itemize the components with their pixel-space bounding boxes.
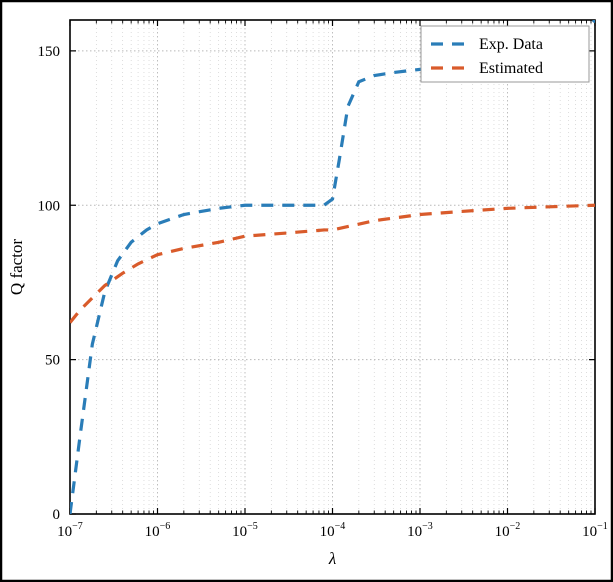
svg-text:10−7: 10−7 xyxy=(57,521,83,540)
svg-text:50: 50 xyxy=(45,353,60,369)
chart-container: 10−7 10−6 10−5 10−4 10−3 10−2 10−1 0 50 100 150 λ Q … xyxy=(0,0,613,582)
svg-text:10−4: 10−4 xyxy=(320,521,346,540)
svg-text:λ: λ xyxy=(328,549,336,568)
legend-label-est: Estimated xyxy=(479,60,543,77)
svg-text:0: 0 xyxy=(53,507,61,523)
svg-text:10−5: 10−5 xyxy=(232,521,258,540)
svg-text:10−2: 10−2 xyxy=(495,521,521,540)
series-exp-data xyxy=(70,20,595,514)
svg-text:10−1: 10−1 xyxy=(582,521,608,540)
line-chart: 10−7 10−6 10−5 10−4 10−3 10−2 10−1 0 50 100 150 λ Q … xyxy=(0,0,613,582)
svg-text:Q factor: Q factor xyxy=(7,239,26,296)
svg-text:10−6: 10−6 xyxy=(145,521,171,540)
svg-text:10−3: 10−3 xyxy=(407,521,433,540)
legend-label-exp: Exp. Data xyxy=(479,36,543,53)
svg-text:100: 100 xyxy=(38,198,61,214)
svg-text:150: 150 xyxy=(38,44,61,60)
